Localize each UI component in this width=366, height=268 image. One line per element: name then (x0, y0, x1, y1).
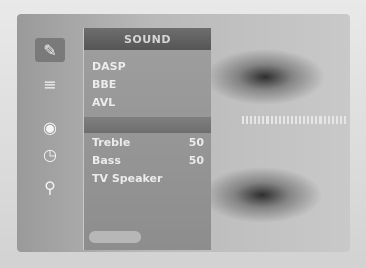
menu-item-avl[interactable]: AVL (92, 94, 204, 110)
menu-item-treble[interactable]: Treble 50 (92, 134, 204, 150)
menu-item-value: 50 (188, 135, 204, 149)
menu-item-tv-speaker[interactable]: TV Speaker (92, 170, 204, 186)
menu-title: SOUND (84, 28, 211, 50)
menu-item-value: 50 (188, 153, 204, 167)
menu-item-label: AVL (92, 95, 116, 109)
sound-menu: SOUND DASP BBE AVL Treble 50 Bass 50 TV … (83, 28, 211, 250)
menu-item-dasp[interactable]: DASP (92, 58, 204, 74)
menu-item-bass[interactable]: Bass 50 (92, 152, 204, 168)
menu-icon-bar: ✎ ≡ ◉ ◷ ⚲ (26, 30, 76, 240)
level-ticks (242, 116, 347, 124)
menu-item-label: DASP (92, 59, 126, 73)
menu-lines-icon[interactable]: ≡ (35, 72, 65, 96)
menu-item-bbe[interactable]: BBE (92, 76, 204, 92)
key-icon[interactable]: ⚲ (35, 175, 65, 199)
menu-separator (84, 117, 211, 133)
menu-item-label: Bass (92, 153, 121, 167)
menu-item-label: TV Speaker (92, 171, 163, 185)
speaker-icon[interactable]: ◉ (35, 115, 65, 139)
menu-item-label: Treble (92, 135, 131, 149)
clock-icon[interactable]: ◷ (35, 142, 65, 166)
picture-icon[interactable]: ✎ (35, 38, 65, 62)
menu-item-label: BBE (92, 77, 117, 91)
menu-footer-pill (89, 231, 141, 243)
